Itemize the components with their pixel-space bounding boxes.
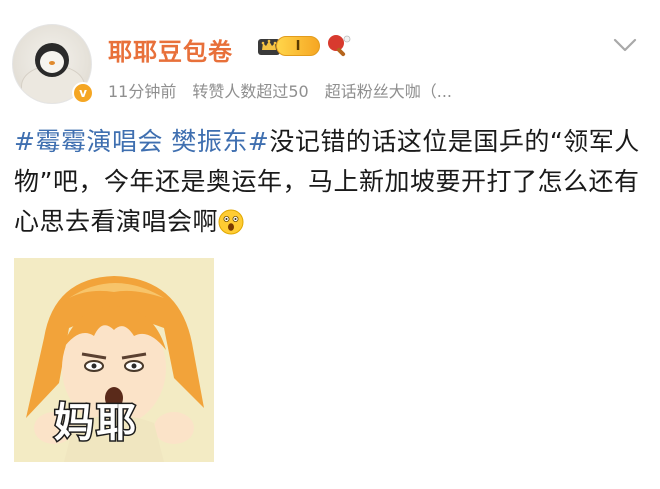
post-meta: 11分钟前 转赞人数超过50 超话粉丝大咖（... — [108, 78, 452, 102]
super-topic-tag[interactable]: 超话粉丝大咖（... — [325, 78, 452, 102]
author-badges: I — [256, 33, 352, 59]
avatar-penguin-beak — [49, 61, 55, 65]
post-image-sticker[interactable]: 妈耶 — [14, 258, 214, 462]
vip-badge[interactable]: I — [256, 34, 320, 58]
sticker-caption: 妈耶 — [53, 399, 138, 448]
post-content: #霉霉演唱会 樊振东#没记错的话这位是国乒的“领军人物”吧，今年还是奥运年，马上… — [14, 122, 644, 242]
author-name[interactable]: 耶耶豆包卷 — [108, 32, 233, 67]
chevron-down-icon[interactable] — [612, 36, 638, 54]
post-time: 11分钟前 — [108, 82, 177, 101]
level-badge: I — [276, 36, 320, 56]
shocked-face-emoji-icon — [218, 209, 244, 235]
repost-count: 转赞人数超过50 — [192, 82, 309, 101]
avatar[interactable]: v — [12, 24, 94, 106]
pingpong-icon[interactable] — [326, 33, 352, 59]
hashtag-link[interactable]: #霉霉演唱会 樊振东# — [14, 127, 269, 156]
weibo-post: v 耶耶豆包卷 I 11分钟前 转赞人数超过50 超话粉丝大咖（... #霉霉演… — [0, 0, 660, 489]
bottom-spacer — [0, 484, 660, 489]
verified-badge-icon: v — [72, 82, 94, 104]
